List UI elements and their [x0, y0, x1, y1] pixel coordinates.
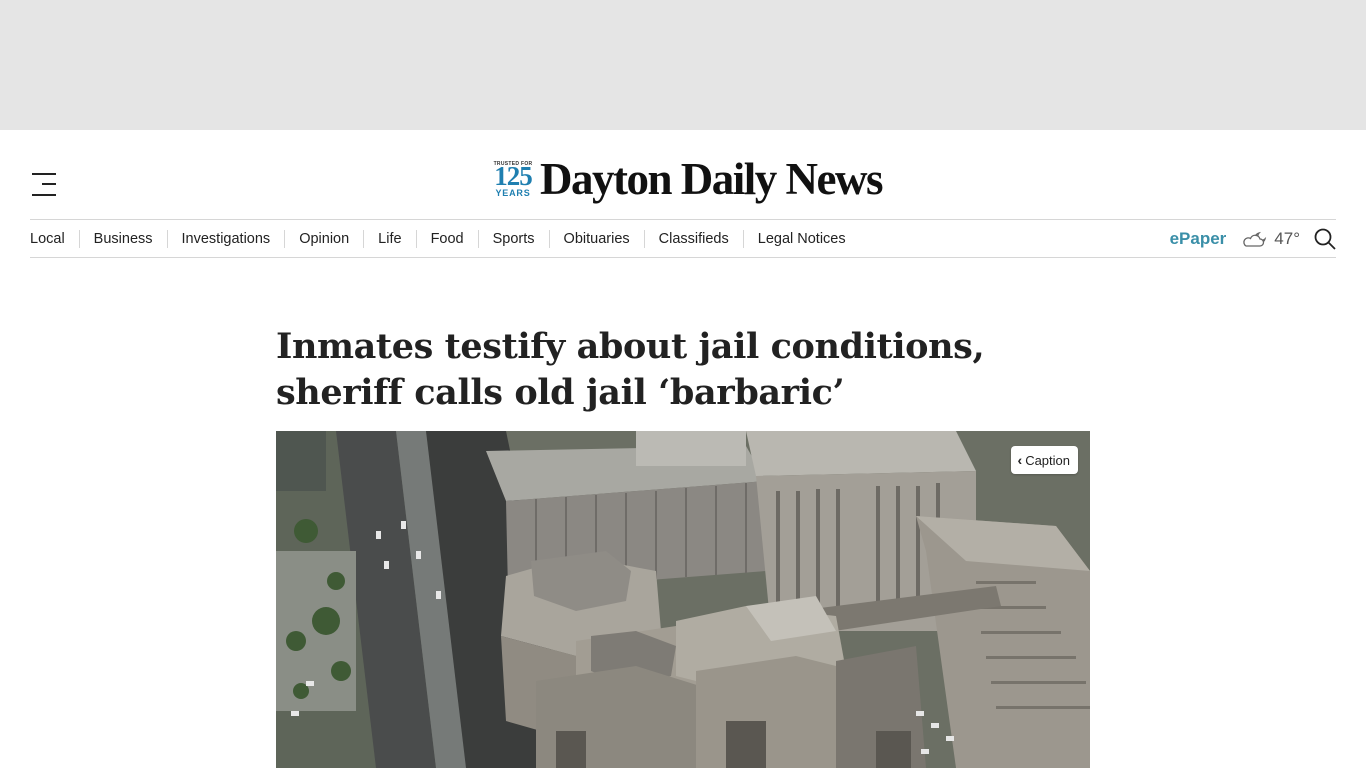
epaper-link[interactable]: ePaper: [1170, 229, 1227, 249]
headline-line-1: Inmates testify about jail conditions,: [276, 326, 985, 367]
nav-item-investigations[interactable]: Investigations: [166, 229, 285, 248]
nav-utilities: ePaper 47°: [1170, 220, 1336, 257]
masthead: TRUSTED FOR 125 YEARS Dayton Daily News: [0, 130, 1366, 220]
anniversary-badge: TRUSTED FOR 125 YEARS: [490, 159, 536, 199]
badge-number: 125: [494, 161, 533, 191]
caption-label: Caption: [1025, 452, 1070, 468]
temperature: 47°: [1274, 228, 1300, 248]
search-icon[interactable]: [1314, 228, 1336, 250]
nav-item-food[interactable]: Food: [415, 229, 478, 248]
partly-cloudy-night-icon: [1243, 231, 1267, 247]
weather-widget[interactable]: 47°: [1242, 229, 1300, 249]
nav-item-obituaries[interactable]: Obituaries: [548, 229, 644, 248]
nav-item-opinion[interactable]: Opinion: [284, 229, 363, 248]
badge-years: YEARS: [495, 188, 531, 198]
nav-items: Local Business Investigations Opinion Li…: [30, 220, 860, 257]
nav-item-classifieds[interactable]: Classifieds: [643, 229, 743, 248]
hero-image: ‹ Caption: [276, 431, 1090, 768]
chevron-left-icon: ‹: [1017, 452, 1023, 468]
site-title: Dayton Daily News: [540, 154, 884, 204]
jail-aerial-photo: [276, 431, 1090, 768]
site-logo[interactable]: TRUSTED FOR 125 YEARS Dayton Daily News: [490, 154, 884, 204]
nav-item-local[interactable]: Local: [30, 230, 79, 248]
nav-item-legal-notices[interactable]: Legal Notices: [742, 229, 860, 248]
caption-button[interactable]: ‹ Caption: [1010, 446, 1078, 474]
nav-item-life[interactable]: Life: [363, 229, 415, 248]
article-headline: Inmates testify about jail conditions, s…: [276, 324, 1036, 416]
headline-line-2: sheriff calls old jail ‘barbaric’: [276, 372, 845, 413]
main-nav: Local Business Investigations Opinion Li…: [30, 219, 1336, 258]
nav-item-sports[interactable]: Sports: [477, 229, 549, 248]
hamburger-menu-icon[interactable]: [30, 171, 60, 199]
ad-banner: [0, 0, 1366, 130]
nav-item-business[interactable]: Business: [78, 229, 167, 248]
